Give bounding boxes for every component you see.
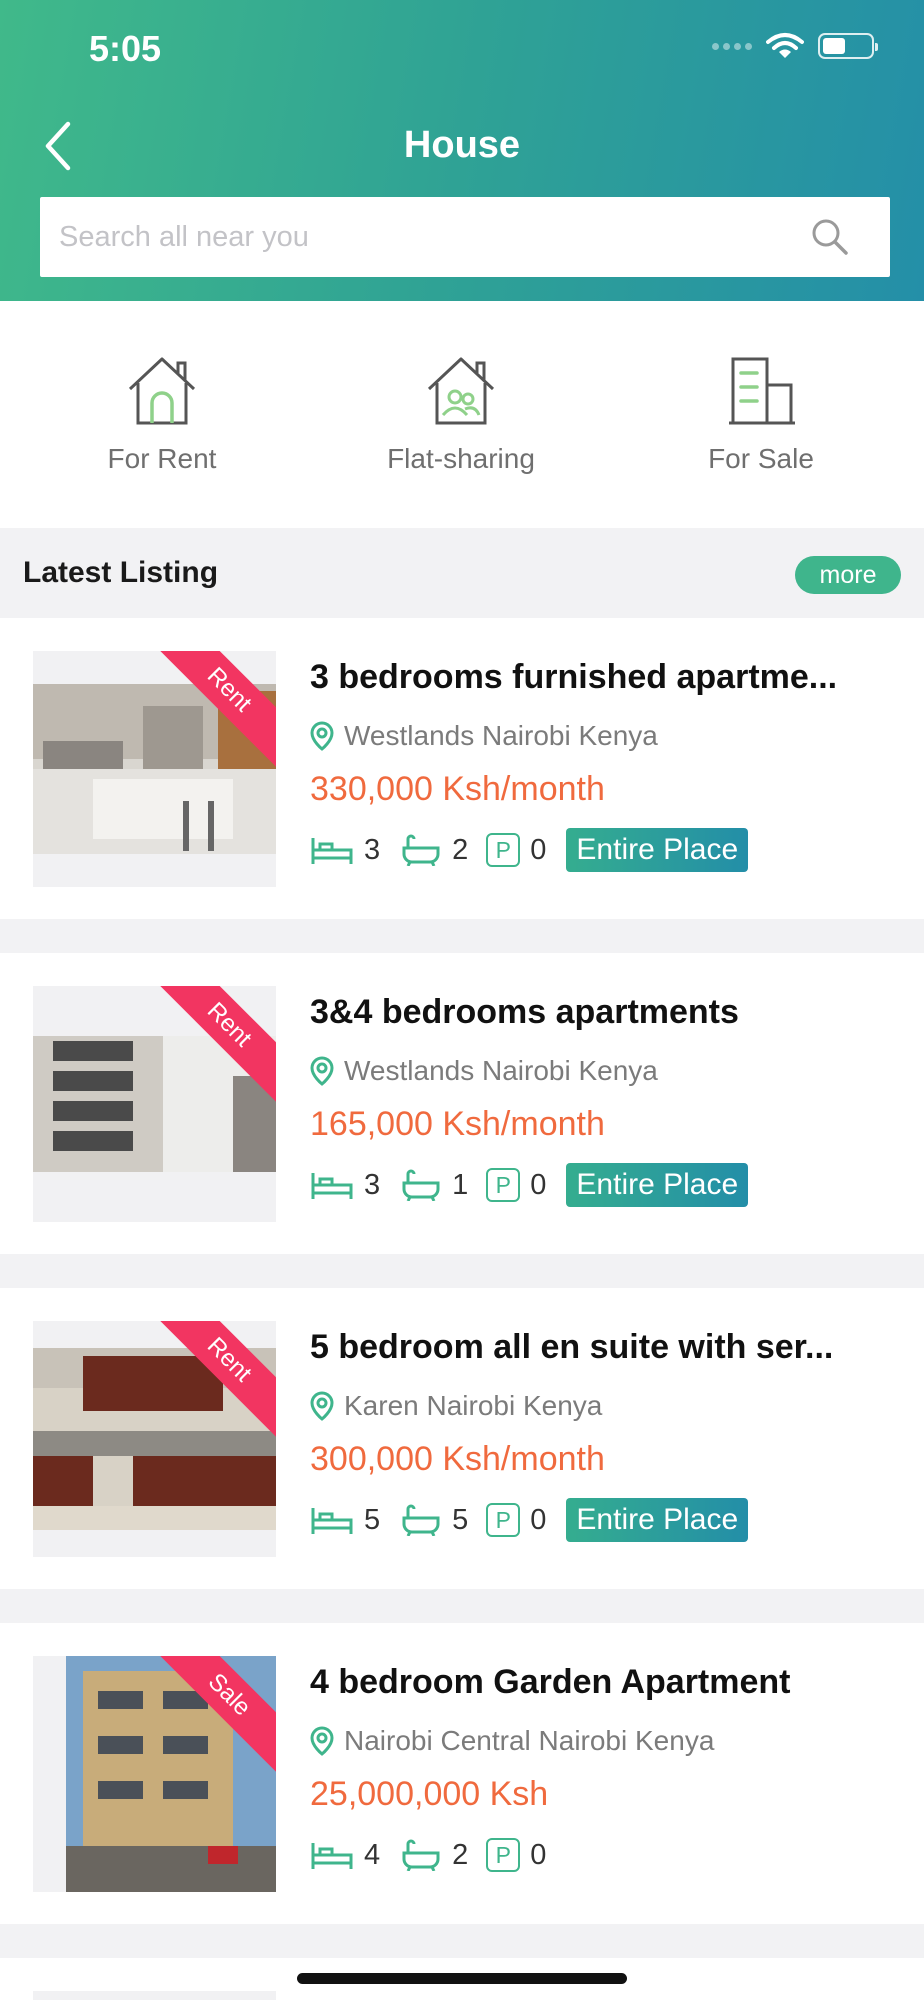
listing-title: 4 bedroom Garden Apartment xyxy=(310,1663,791,1701)
listing-location: Nairobi Central Nairobi Kenya xyxy=(310,1725,714,1757)
search-icon[interactable] xyxy=(810,217,850,257)
parking-count: 0 xyxy=(530,1168,547,1201)
category-label: For Sale xyxy=(708,443,814,474)
flat-sharing-icon xyxy=(427,357,495,425)
listing-card[interactable]: Rent 5 bedroom all en suite with ser... … xyxy=(0,1288,924,1589)
parking-icon: P xyxy=(486,1168,521,1202)
bed-icon xyxy=(311,1173,353,1199)
listing-location: Karen Nairobi Kenya xyxy=(310,1390,602,1422)
bath-icon xyxy=(402,1169,440,1201)
category-flat-sharing[interactable]: Flat-sharing xyxy=(336,351,586,475)
parking-icon: P xyxy=(486,833,521,867)
status-time: 5:05 xyxy=(89,28,162,69)
house-icon xyxy=(128,357,196,425)
bed-count: 4 xyxy=(364,1838,381,1871)
listing-type-tag: Entire Place xyxy=(566,1498,749,1542)
listing-photo: Rent xyxy=(33,986,276,1222)
search-bar[interactable] xyxy=(40,197,890,277)
listing-price: 165,000 Ksh/month xyxy=(310,1105,605,1143)
bath-count: 1 xyxy=(452,1168,469,1201)
location-pin-icon xyxy=(310,1391,334,1421)
battery-icon xyxy=(818,33,878,59)
listing-title: 5 bedroom all en suite with ser... xyxy=(310,1328,834,1366)
bath-count: 2 xyxy=(452,833,469,866)
bed-count: 5 xyxy=(364,1503,381,1536)
listing-photo: Sale xyxy=(33,1656,276,1892)
listing-features: 4 2 P 0 xyxy=(310,1833,564,1877)
page-title: House xyxy=(403,124,521,166)
listing-price: 300,000 Ksh/month xyxy=(310,1440,605,1478)
more-button[interactable]: more xyxy=(795,556,901,594)
listing-price: 330,000 Ksh/month xyxy=(310,770,605,808)
status-icons xyxy=(712,32,878,60)
bed-icon xyxy=(311,1843,353,1869)
listing-price: 25,000,000 Ksh xyxy=(310,1775,549,1813)
parking-icon: P xyxy=(486,1838,521,1872)
listing-type-tag: Entire Place xyxy=(566,828,749,872)
parking-count: 0 xyxy=(530,833,547,866)
header: 5:05 House xyxy=(0,0,924,301)
parking-icon: P xyxy=(486,1503,521,1537)
home-indicator[interactable] xyxy=(297,1973,627,1984)
location-text: Westlands Nairobi Kenya xyxy=(344,720,658,751)
parking-count: 0 xyxy=(530,1503,547,1536)
category-for-sale[interactable]: For Sale xyxy=(636,351,886,475)
location-text: Nairobi Central Nairobi Kenya xyxy=(344,1725,715,1756)
wifi-icon xyxy=(766,33,804,58)
category-label: For Rent xyxy=(107,443,217,474)
bed-icon xyxy=(311,838,353,864)
category-bar: For Rent Flat-sharing For Sale xyxy=(0,301,924,528)
location-text: Westlands Nairobi Kenya xyxy=(344,1055,658,1086)
building-icon xyxy=(729,357,795,425)
listing-title: 3 bedrooms furnished apartme... xyxy=(310,658,838,696)
bed-count: 3 xyxy=(364,1168,381,1201)
listing-features: 3 2 P 0 Entire Place xyxy=(310,828,749,872)
listing-photo: Rent xyxy=(33,651,276,887)
listing-title: 3&4 bedrooms apartments xyxy=(310,993,739,1031)
category-for-rent[interactable]: For Rent xyxy=(37,351,287,475)
location-pin-icon xyxy=(310,1726,334,1756)
bath-icon xyxy=(402,834,440,866)
listing-location: Westlands Nairobi Kenya xyxy=(310,1055,658,1087)
location-pin-icon xyxy=(310,721,334,751)
listing-features: 3 1 P 0 Entire Place xyxy=(310,1163,749,1207)
latest-listing-header: Latest Listing more xyxy=(0,528,924,618)
listing-features: 5 5 P 0 Entire Place xyxy=(310,1498,749,1542)
listing-location: Westlands Nairobi Kenya xyxy=(310,720,658,752)
listing-photo xyxy=(33,1991,276,2000)
listing-type-tag: Entire Place xyxy=(566,1163,749,1207)
location-pin-icon xyxy=(310,1056,334,1086)
bath-icon xyxy=(402,1504,440,1536)
listing-card[interactable]: Rent 3 bedrooms furnished apartme... Wes… xyxy=(0,618,924,919)
bed-count: 3 xyxy=(364,833,381,866)
section-title: Latest Listing xyxy=(23,556,219,589)
listing-card[interactable]: Sale 4 bedroom Garden Apartment Nairobi … xyxy=(0,1623,924,1924)
parking-count: 0 xyxy=(530,1838,547,1871)
search-input[interactable] xyxy=(40,220,800,254)
location-text: Karen Nairobi Kenya xyxy=(344,1390,603,1421)
listing-photo: Rent xyxy=(33,1321,276,1557)
bath-count: 5 xyxy=(452,1503,469,1536)
bed-icon xyxy=(311,1508,353,1534)
listing-card[interactable]: Rent 3&4 bedrooms apartments Westlands N… xyxy=(0,953,924,1254)
bath-count: 2 xyxy=(452,1838,469,1871)
bath-icon xyxy=(402,1839,440,1871)
signal-icon xyxy=(712,42,752,50)
category-label: Flat-sharing xyxy=(387,443,535,474)
